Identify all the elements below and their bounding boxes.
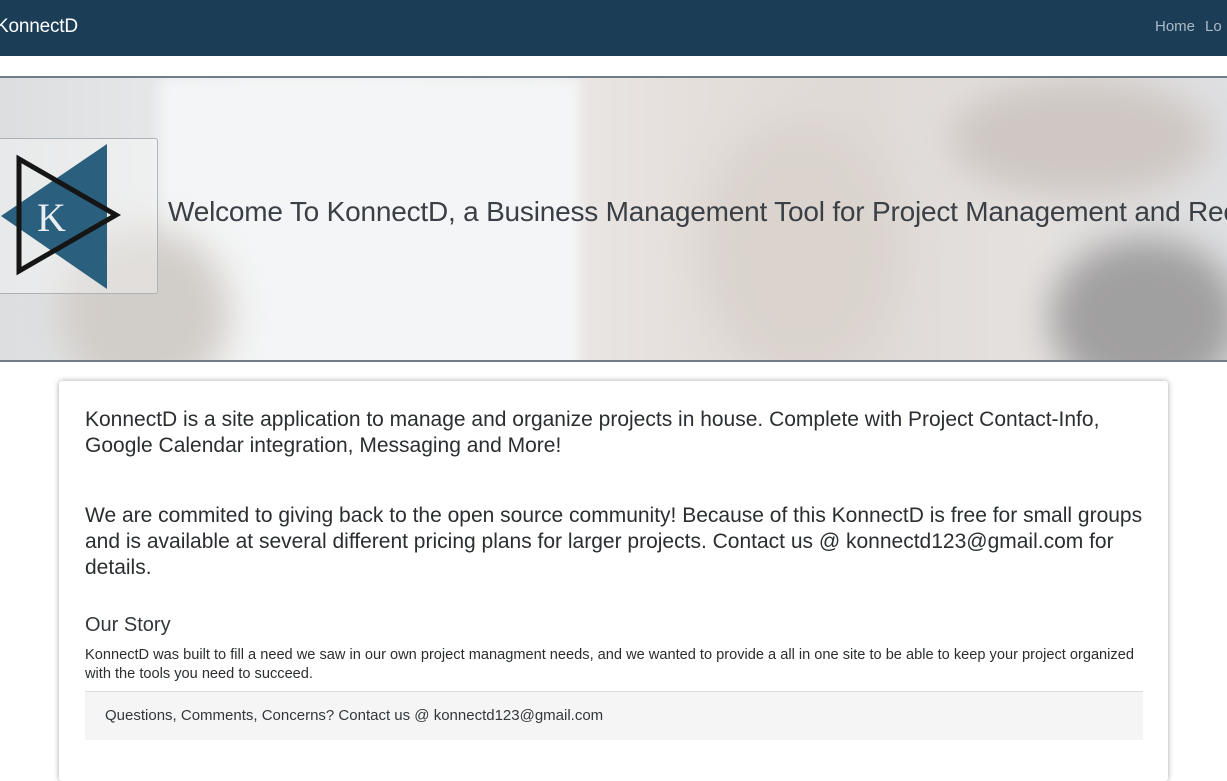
- hero-title: Welcome To KonnectD, a Business Manageme…: [168, 196, 1227, 227]
- logo-box: K: [0, 138, 158, 294]
- contact-footer-text: Questions, Comments, Concerns? Contact u…: [105, 707, 604, 724]
- content-card: KonnectD is a site application to manage…: [59, 381, 1168, 781]
- story-title: Our Story: [85, 614, 171, 636]
- logo-letter: K: [37, 195, 66, 240]
- contact-footer: Questions, Comments, Concerns? Contact u…: [85, 691, 1143, 740]
- community-text: We are commited to giving back to the op…: [85, 504, 1143, 579]
- nav-link-home[interactable]: Home: [1155, 18, 1195, 35]
- nav-link-login[interactable]: Lo: [1205, 18, 1222, 35]
- intro-text: KonnectD is a site application to manage…: [85, 408, 1100, 457]
- nav-links: Home Lo: [1155, 18, 1227, 36]
- brand-link[interactable]: KonnectD: [0, 16, 78, 38]
- konnectd-logo-icon: K: [1, 144, 122, 289]
- story-text: KonnectD was built to fill a need we saw…: [85, 647, 1134, 682]
- hero-banner: K Welcome To KonnectD, a Business Manage…: [0, 76, 1227, 362]
- navbar: KonnectD Home Lo: [0, 0, 1227, 56]
